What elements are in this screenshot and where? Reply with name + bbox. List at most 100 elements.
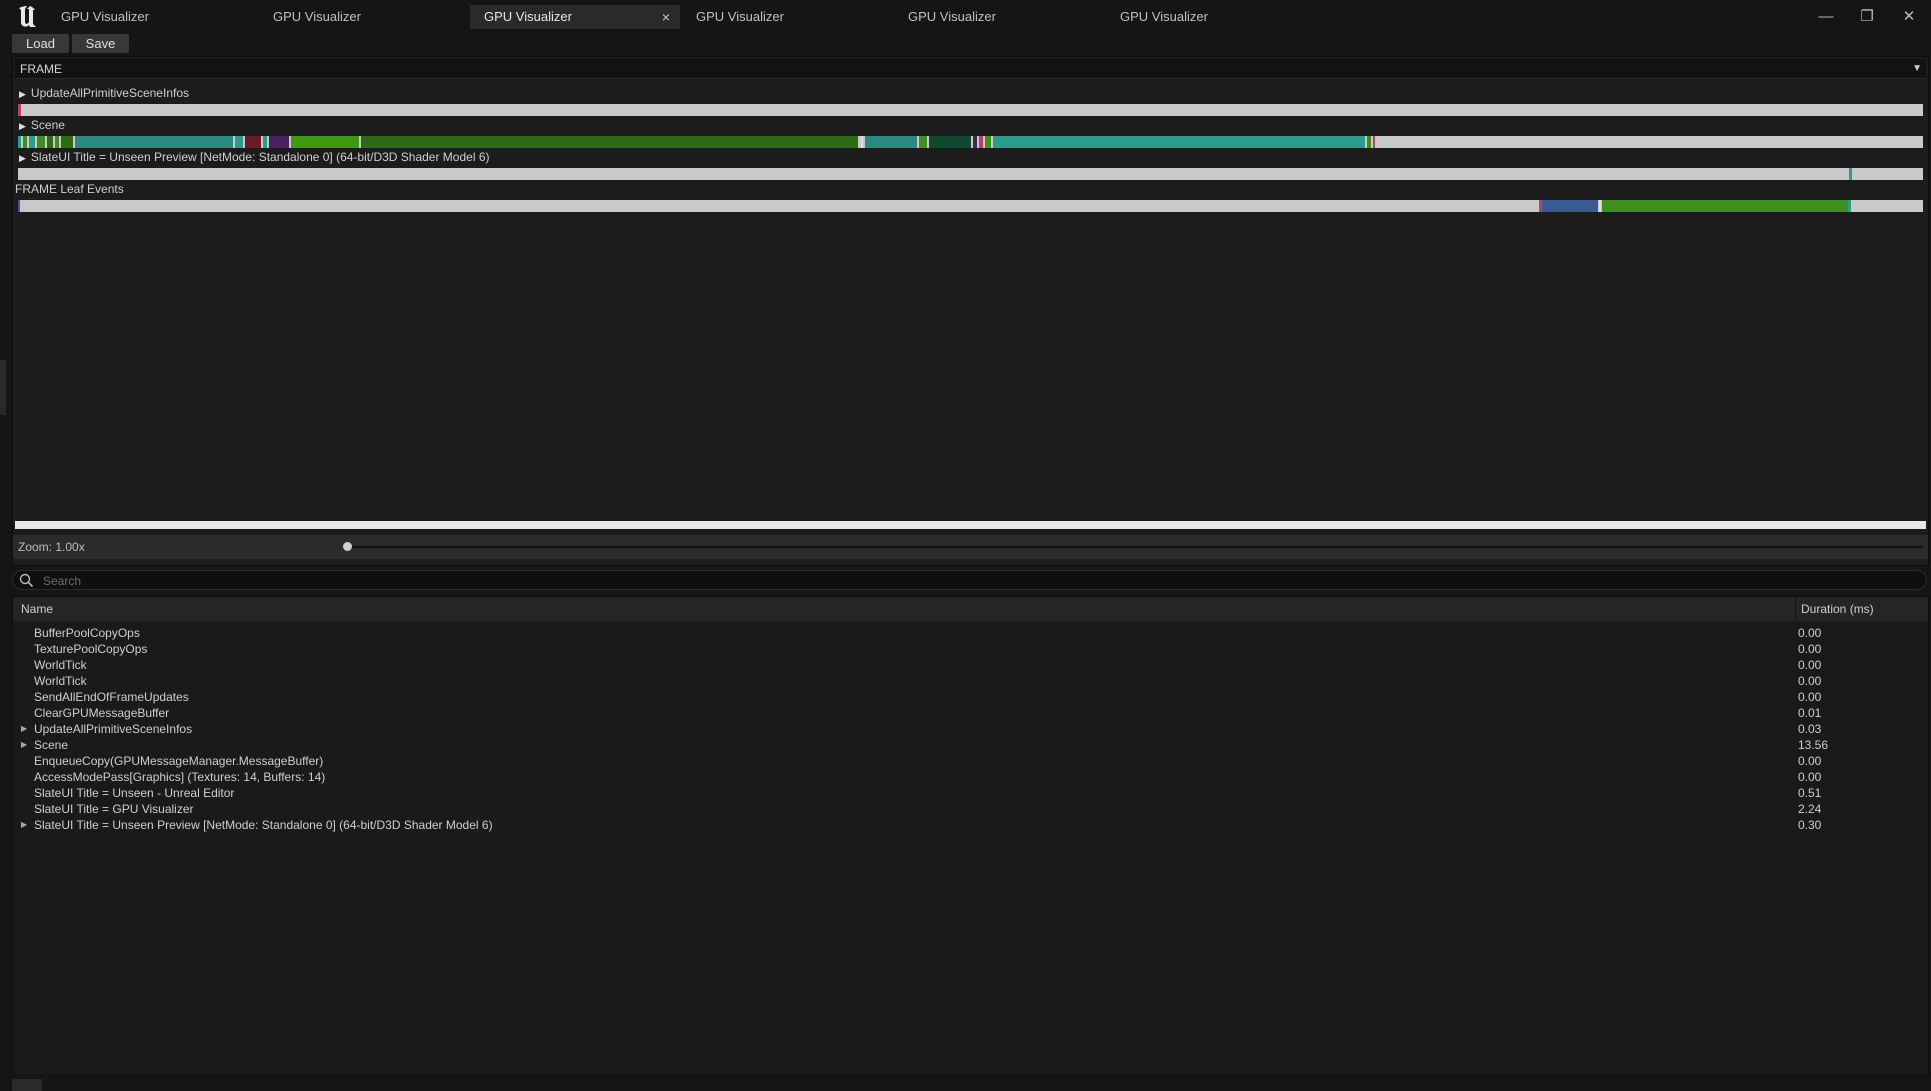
search-input[interactable] [41, 572, 1895, 590]
table-row[interactable]: ▶ Scene 13.56 [13, 737, 1928, 753]
timeline-segment[interactable] [29, 136, 35, 148]
timeline-segment[interactable] [23, 136, 27, 148]
column-header-name[interactable]: Name [21, 602, 53, 616]
table-header: Name Duration (ms) [13, 597, 1928, 621]
column-divider[interactable] [1795, 597, 1796, 621]
search-icon [19, 573, 34, 588]
expand-arrow-icon[interactable]: ▶ [21, 721, 27, 737]
row-name: UpdateAllPrimitiveSceneInfos [34, 722, 193, 736]
minimize-icon[interactable]: — [1809, 5, 1843, 29]
track-label-scene[interactable]: ▶ Scene [19, 117, 65, 133]
table-row[interactable]: TexturePoolCopyOps 0.00 [13, 641, 1928, 657]
timeline-segment[interactable] [61, 136, 73, 148]
row-name: BufferPoolCopyOps [34, 626, 140, 640]
timeline-segment[interactable] [75, 136, 233, 148]
timeline-segment[interactable] [55, 136, 59, 148]
row-duration: 0.00 [1798, 658, 1822, 672]
tab-gpu-visualizer-1[interactable]: GPU Visualizer [47, 5, 257, 29]
timeline-segment[interactable] [47, 136, 53, 148]
tab-label: GPU Visualizer [908, 9, 996, 24]
table-row[interactable]: ▶ SlateUI Title = Unseen Preview [NetMode… [13, 817, 1928, 833]
table-row[interactable]: SendAllEndOfFrameUpdates 0.00 [13, 689, 1928, 705]
expand-arrow-icon[interactable]: ▶ [21, 737, 27, 753]
table-row[interactable]: AccessModePass[Graphics] (Textures: 14, … [13, 769, 1928, 785]
zoom-slider-thumb[interactable] [343, 542, 352, 551]
zoom-slider-track[interactable] [346, 546, 1923, 548]
track-bar-scene[interactable] [18, 136, 1923, 148]
track-bar-frame-leaf-events[interactable] [18, 200, 1923, 212]
timeline-segment[interactable] [929, 136, 971, 148]
bottom-dock-tab[interactable] [12, 1079, 42, 1091]
timeline-segment[interactable] [919, 136, 927, 148]
tab-gpu-visualizer-2[interactable]: GPU Visualizer [259, 5, 469, 29]
timeline-segment[interactable] [269, 136, 289, 148]
tab-label: GPU Visualizer [273, 9, 361, 24]
close-tab-icon[interactable]: × [662, 5, 670, 29]
table-row[interactable]: WorldTick 0.00 [13, 673, 1928, 689]
track-label-text: FRAME Leaf Events [15, 182, 124, 196]
tab-gpu-visualizer-5[interactable]: GPU Visualizer [894, 5, 1104, 29]
tab-gpu-visualizer-6[interactable]: GPU Visualizer [1106, 5, 1316, 29]
row-name: EnqueueCopy(GPUMessageManager.MessageBuf… [34, 754, 324, 768]
load-button[interactable]: Load [12, 34, 69, 53]
timeline-segment[interactable] [235, 136, 243, 148]
close-window-icon[interactable]: ✕ [1892, 5, 1926, 29]
timeline-segment[interactable] [37, 136, 45, 148]
table-row[interactable]: WorldTick 0.00 [13, 657, 1928, 673]
timeline-segment[interactable] [1602, 200, 1848, 212]
save-button[interactable]: Save [72, 34, 129, 53]
table-row[interactable]: ClearGPUMessageBuffer 0.01 [13, 705, 1928, 721]
timeline-segment[interactable] [1373, 136, 1375, 148]
timeline-segment[interactable] [1849, 168, 1852, 180]
row-duration: 0.00 [1798, 642, 1822, 656]
expand-arrow-icon[interactable]: ▶ [19, 153, 26, 163]
timeline-segment[interactable] [1599, 200, 1601, 212]
timeline-panel: FRAME ▼ ▶ UpdateAllPrimitiveSceneInfos ▶ S… [12, 56, 1929, 566]
expand-arrow-icon[interactable]: ▶ [21, 817, 27, 833]
timeline-segment[interactable] [18, 136, 21, 148]
row-duration: 0.00 [1798, 770, 1822, 784]
tab-gpu-visualizer-4[interactable]: GPU Visualizer [682, 5, 892, 29]
table-row[interactable]: EnqueueCopy(GPUMessageManager.MessageBuf… [13, 753, 1928, 769]
table-row[interactable]: ▶ UpdateAllPrimitiveSceneInfos 0.03 [13, 721, 1928, 737]
timeline-segment[interactable] [291, 136, 359, 148]
timeline-segment[interactable] [263, 136, 267, 148]
tab-gpu-visualizer-3[interactable]: GPU Visualizer × [470, 5, 680, 29]
track-label-update-all-primitive-scene-infos[interactable]: ▶ UpdateAllPrimitiveSceneInfos [19, 85, 189, 101]
tab-label: GPU Visualizer [61, 9, 149, 24]
expand-arrow-icon[interactable]: ▶ [19, 89, 26, 99]
timeline-horizontal-scrollbar[interactable] [15, 521, 1926, 529]
table-row[interactable]: SlateUI Title = Unseen - Unreal Editor 0.… [13, 785, 1928, 801]
frame-select-dropdown[interactable]: FRAME ▼ [15, 59, 1926, 79]
search-box[interactable] [12, 570, 1927, 590]
restore-icon[interactable]: ❐ [1850, 5, 1884, 29]
timeline-segment[interactable] [18, 104, 21, 116]
track-label-text: UpdateAllPrimitiveSceneInfos [30, 86, 189, 100]
row-duration: 0.01 [1798, 706, 1822, 720]
timeline-segment[interactable] [1367, 136, 1371, 148]
track-bar-slateui-unseen-preview[interactable] [18, 168, 1923, 180]
row-duration: 2.24 [1798, 802, 1822, 816]
expand-arrow-icon[interactable]: ▶ [19, 121, 26, 131]
track-label-text: Scene [30, 118, 65, 132]
table-row[interactable]: BufferPoolCopyOps 0.00 [13, 625, 1928, 641]
chevron-down-icon: ▼ [1912, 63, 1922, 74]
track-label-text: SlateUI Title = Unseen Preview [NetMode:… [30, 150, 490, 164]
timeline-segment[interactable] [861, 136, 863, 148]
timeline-segment[interactable] [18, 200, 20, 212]
timeline-segment[interactable] [865, 136, 917, 148]
table-row[interactable]: SlateUI Title = GPU Visualizer 2.24 [13, 801, 1928, 817]
column-header-duration[interactable]: Duration (ms) [1801, 602, 1874, 616]
track-label-slateui-unseen-preview[interactable]: ▶ SlateUI Title = Unseen Preview [NetMode… [19, 149, 490, 165]
left-dock-handle[interactable] [0, 360, 6, 415]
timeline-segment[interactable] [993, 136, 1365, 148]
timeline-segment[interactable] [979, 136, 983, 148]
timeline-segment[interactable] [973, 136, 977, 148]
timeline-segment[interactable] [985, 136, 991, 148]
timeline-segment[interactable] [1848, 200, 1851, 212]
timeline-segment[interactable] [245, 136, 261, 148]
timeline-segment[interactable] [1542, 200, 1598, 212]
track-bar-update-all-primitive-scene-infos[interactable] [18, 104, 1923, 116]
timeline-segment[interactable] [361, 136, 858, 148]
row-duration: 0.00 [1798, 690, 1822, 704]
